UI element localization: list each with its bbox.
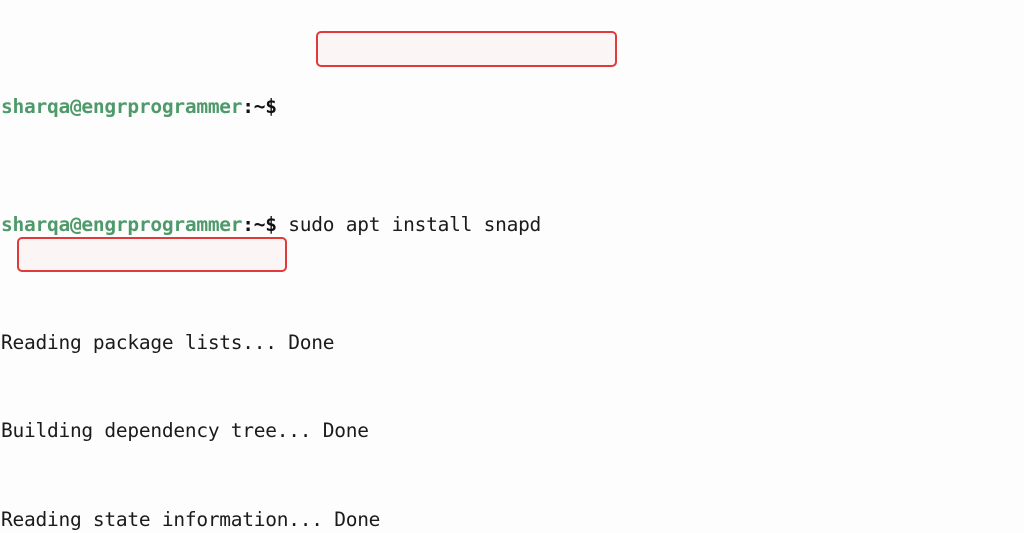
prompt-path-symbol: :~$ xyxy=(242,94,277,118)
prompt-user-host: sharqa@engrprogrammer xyxy=(1,94,243,118)
terminal-line-reading-package-lists: Reading package lists... Done xyxy=(1,330,335,354)
terminal-output-area[interactable]: sharqa@engrprogrammer:~$ sharqa@engrprog… xyxy=(0,0,920,533)
terminal-line-reading-state-information: Reading state information... Done xyxy=(1,507,381,531)
terminal-line-prompt-empty: sharqa@engrprogrammer:~$ xyxy=(1,92,920,122)
terminal-line-building-dependency-tree: Building dependency tree... Done xyxy=(1,419,369,442)
prompt-path-symbol: :~$ xyxy=(242,212,277,236)
prompt-user-host: sharqa@engrprogrammer xyxy=(1,212,243,236)
command-input-text[interactable]: sudo apt install snapd xyxy=(277,213,541,236)
terminal-window[interactable]: sharqa@engrprogrammer:~$ sharqa@engrprog… xyxy=(0,0,1024,533)
terminal-line-prompt-command: sharqa@engrprogrammer:~$ sudo apt instal… xyxy=(1,210,920,240)
